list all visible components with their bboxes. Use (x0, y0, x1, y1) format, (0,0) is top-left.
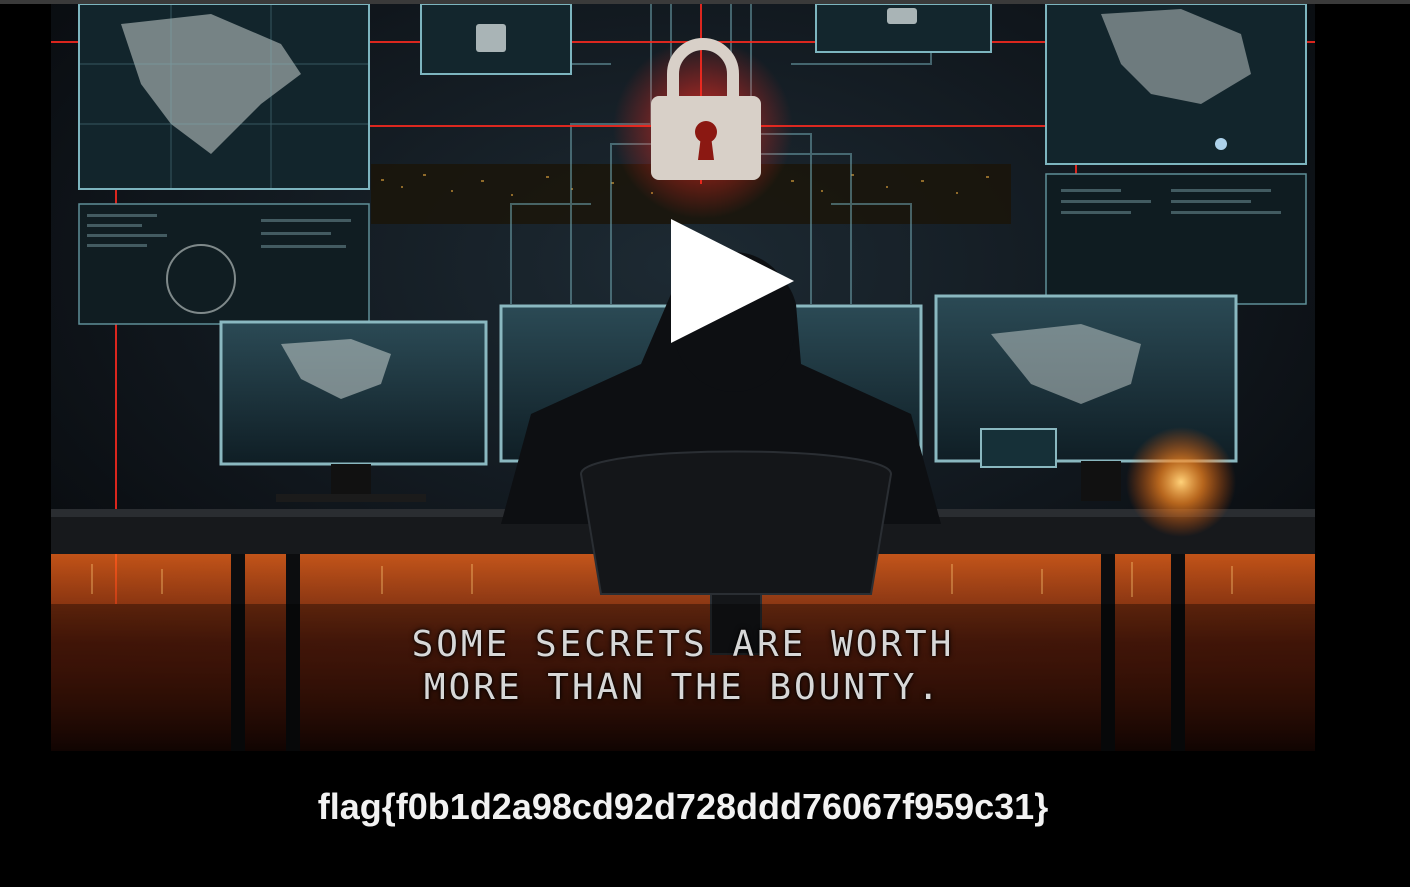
play-button[interactable] (661, 209, 811, 359)
video-player[interactable]: SOME SECRETS ARE WORTH MORE THAN THE BOU… (51, 4, 1315, 751)
flag-text: flag{f0b1d2a98cd92d728ddd76067f959c31} (317, 786, 1049, 827)
video-caption-line-2: MORE THAN THE BOUNTY. (423, 667, 943, 708)
video-caption-line-1: SOME SECRETS ARE WORTH (411, 624, 955, 665)
play-icon (671, 219, 794, 343)
